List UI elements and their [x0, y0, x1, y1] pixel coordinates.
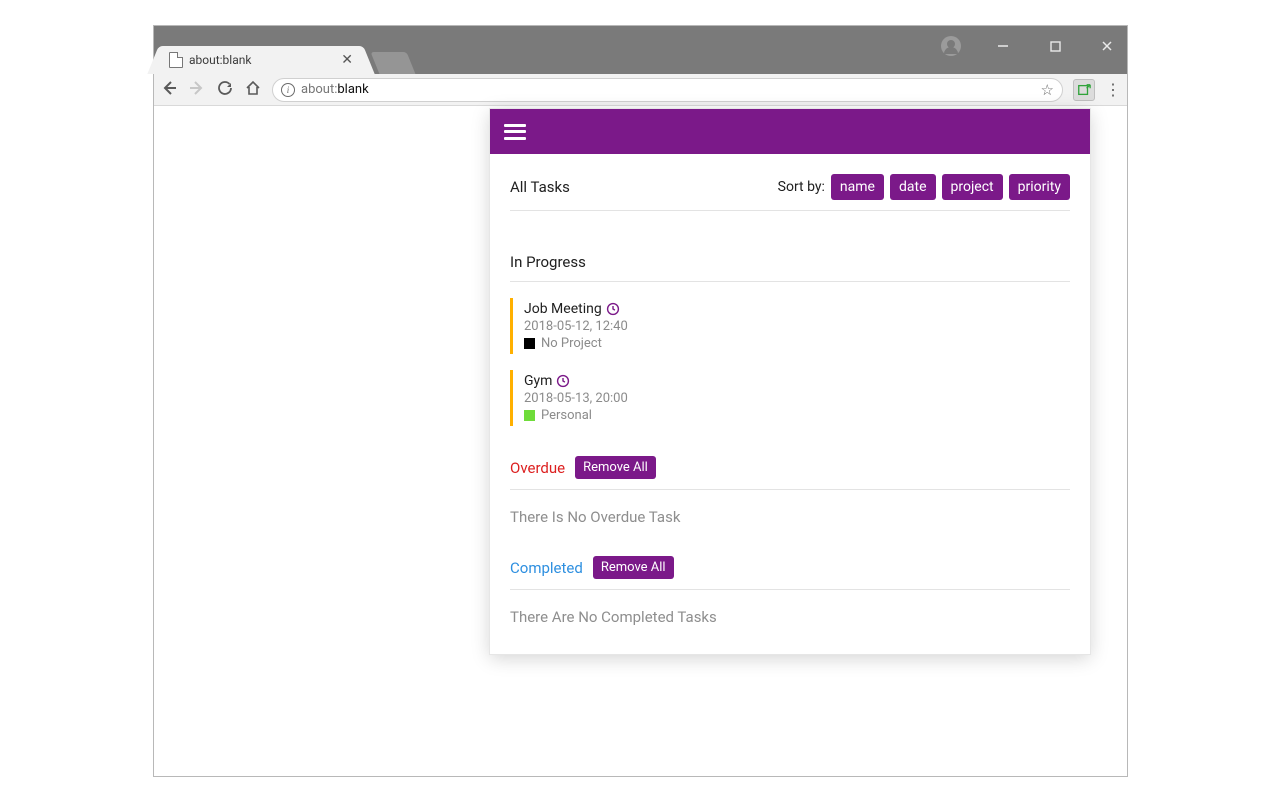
close-window-button[interactable] — [1093, 32, 1121, 60]
user-icon[interactable] — [937, 32, 965, 60]
sort-date[interactable]: date — [890, 174, 936, 200]
home-button[interactable] — [244, 80, 262, 100]
task-title: Job Meeting — [524, 301, 1070, 317]
clock-icon — [556, 374, 570, 388]
project-swatch — [524, 410, 535, 421]
task-project: Personal — [524, 408, 1070, 423]
window-controls — [937, 32, 1121, 60]
section-title-text: Completed — [510, 559, 583, 577]
task-project: No Project — [524, 336, 1070, 351]
remove-all-completed-button[interactable]: Remove All — [593, 556, 674, 579]
sort-name[interactable]: name — [831, 174, 884, 200]
reload-button[interactable] — [216, 80, 234, 100]
sort-by-label: Sort by: — [778, 179, 825, 195]
section-title-completed: Completed Remove All — [510, 556, 1070, 590]
sort-priority[interactable]: priority — [1009, 174, 1070, 200]
section-title-overdue: Overdue Remove All — [510, 456, 1070, 490]
page-viewport: All Tasks Sort by: name date project pri… — [154, 106, 1127, 776]
tab-close-icon[interactable]: ✕ — [341, 52, 353, 68]
section-completed: Completed Remove All There Are No Comple… — [510, 556, 1070, 626]
overdue-empty-text: There Is No Overdue Task — [510, 508, 1070, 526]
section-title-in-progress: In Progress — [510, 253, 1070, 282]
bookmark-star-icon[interactable]: ☆ — [1041, 81, 1054, 99]
maximize-button[interactable] — [1041, 32, 1069, 60]
tabstrip: about:blank ✕ — [161, 44, 411, 74]
app-body: All Tasks Sort by: name date project pri… — [490, 154, 1090, 654]
task-item[interactable]: Job Meeting 2018-05-12, 12:40 No Project — [510, 298, 1070, 354]
extension-button[interactable] — [1073, 79, 1095, 101]
task-project-text: Personal — [541, 408, 592, 423]
sort-controls: Sort by: name date project priority — [778, 174, 1070, 200]
browser-titlebar: about:blank ✕ — [154, 26, 1127, 74]
section-title-text: Overdue — [510, 459, 565, 477]
task-project-text: No Project — [541, 336, 602, 351]
all-tasks-title: All Tasks — [510, 178, 570, 196]
menu-icon[interactable] — [504, 124, 526, 140]
forward-button[interactable] — [188, 80, 206, 100]
section-title-text: In Progress — [510, 253, 586, 271]
browser-toolbar: i about:blank ☆ ⋮ — [154, 74, 1127, 106]
browser-tab[interactable]: about:blank ✕ — [161, 46, 361, 74]
task-title-text: Gym — [524, 373, 552, 389]
remove-all-overdue-button[interactable]: Remove All — [575, 456, 656, 479]
task-title-text: Job Meeting — [524, 301, 602, 317]
address-bar[interactable]: i about:blank ☆ — [272, 78, 1063, 102]
task-datetime: 2018-05-12, 12:40 — [524, 319, 1070, 334]
list-header: All Tasks Sort by: name date project pri… — [510, 174, 1070, 211]
project-swatch — [524, 338, 535, 349]
site-info-icon[interactable]: i — [281, 83, 295, 97]
completed-empty-text: There Are No Completed Tasks — [510, 608, 1070, 626]
task-item[interactable]: Gym 2018-05-13, 20:00 Personal — [510, 370, 1070, 426]
new-tab-button[interactable] — [371, 52, 416, 74]
browser-menu-button[interactable]: ⋮ — [1105, 80, 1121, 99]
todo-app-card: All Tasks Sort by: name date project pri… — [490, 109, 1090, 654]
task-title: Gym — [524, 373, 1070, 389]
tab-title: about:blank — [189, 53, 341, 67]
section-in-progress: In Progress Job Meeting 2018-05-12, 12:4… — [510, 253, 1070, 426]
task-datetime: 2018-05-13, 20:00 — [524, 391, 1070, 406]
app-header — [490, 109, 1090, 154]
section-overdue: Overdue Remove All There Is No Overdue T… — [510, 456, 1070, 526]
file-icon — [169, 52, 183, 68]
browser-window: about:blank ✕ i about:blank ☆ — [153, 25, 1128, 777]
minimize-button[interactable] — [989, 32, 1017, 60]
back-button[interactable] — [160, 80, 178, 100]
address-text: about:blank — [301, 82, 369, 97]
sort-project[interactable]: project — [942, 174, 1003, 200]
clock-icon — [606, 302, 620, 316]
